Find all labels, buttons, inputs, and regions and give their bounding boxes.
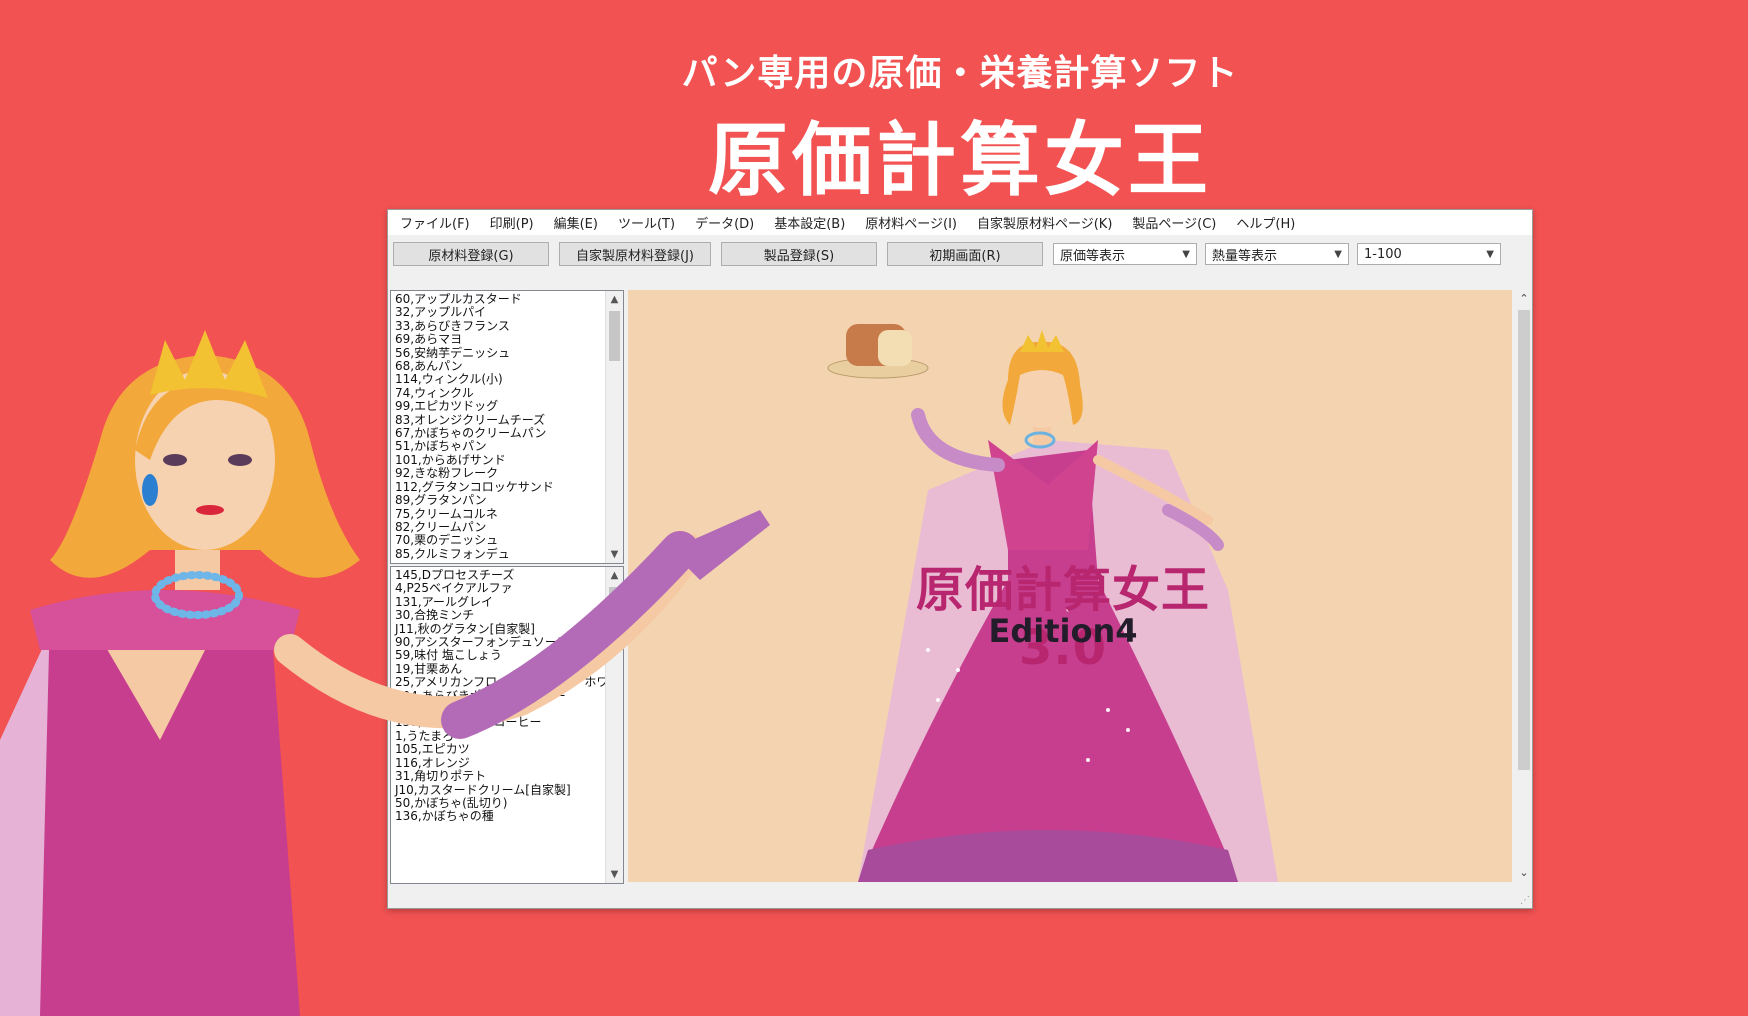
calorie-display-select-value: 熱量等表示 [1212, 248, 1278, 264]
menu-basic-settings[interactable]: 基本設定(B) [774, 213, 845, 232]
resize-grip-icon[interactable]: ⋰ [1520, 895, 1530, 906]
scroll-up-arrow-icon[interactable]: ▲ [606, 291, 623, 308]
scroll-thumb[interactable] [1518, 310, 1530, 770]
range-select-value: 1-100 [1364, 246, 1402, 262]
menu-data[interactable]: データ(D) [695, 213, 754, 232]
menu-print[interactable]: 印刷(P) [490, 213, 534, 232]
register-product-button[interactable]: 製品登録(S) [721, 242, 877, 266]
menu-tools[interactable]: ツール(T) [618, 213, 675, 232]
cost-display-select[interactable]: 原価等表示 ▼ [1053, 243, 1197, 265]
range-select[interactable]: 1-100 ▼ [1357, 243, 1501, 265]
menu-edit[interactable]: 編集(E) [554, 213, 598, 232]
scroll-up-arrow-icon[interactable]: ⌃ [1516, 290, 1532, 308]
product-list-item[interactable]: 60,アップルカスタード [395, 292, 623, 306]
product-list-item[interactable]: 32,アップルパイ [395, 305, 623, 319]
banner-subtitle: パン専用の原価・栄養計算ソフト [681, 53, 1239, 94]
menu-help[interactable]: ヘルプ(H) [1236, 213, 1295, 232]
chevron-down-icon: ▼ [1486, 248, 1494, 260]
chevron-down-icon: ▼ [1334, 248, 1342, 260]
chevron-down-icon: ▼ [1182, 248, 1190, 260]
menu-ingredients-page[interactable]: 原材料ページ(I) [865, 213, 957, 232]
scroll-down-arrow-icon[interactable]: ⌄ [1516, 864, 1532, 882]
register-ingredient-button[interactable]: 原材料登録(G) [393, 242, 549, 266]
menu-bar: ファイル(F) 印刷(P) 編集(E) ツール(T) データ(D) 基本設定(B… [388, 210, 1532, 235]
cost-display-select-value: 原価等表示 [1060, 248, 1126, 264]
register-homemade-ingredient-button[interactable]: 自家製原材料登録(J) [559, 242, 711, 266]
menu-file[interactable]: ファイル(F) [400, 213, 470, 232]
menu-homemade-ingredients-page[interactable]: 自家製原材料ページ(K) [977, 213, 1112, 232]
splash-edition: Edition4 [988, 612, 1138, 650]
queen-character-illustration [0, 330, 770, 1016]
main-scrollbar[interactable]: ⌃ ⌄ [1516, 290, 1532, 882]
home-screen-button[interactable]: 初期画面(R) [887, 242, 1043, 266]
toolbar: 原材料登録(G) 自家製原材料登録(J) 製品登録(S) 初期画面(R) 原価等… [388, 236, 1532, 272]
banner-title: 原価計算女王 [708, 114, 1212, 207]
calorie-display-select[interactable]: 熱量等表示 ▼ [1205, 243, 1349, 265]
menu-products-page[interactable]: 製品ページ(C) [1132, 213, 1216, 232]
